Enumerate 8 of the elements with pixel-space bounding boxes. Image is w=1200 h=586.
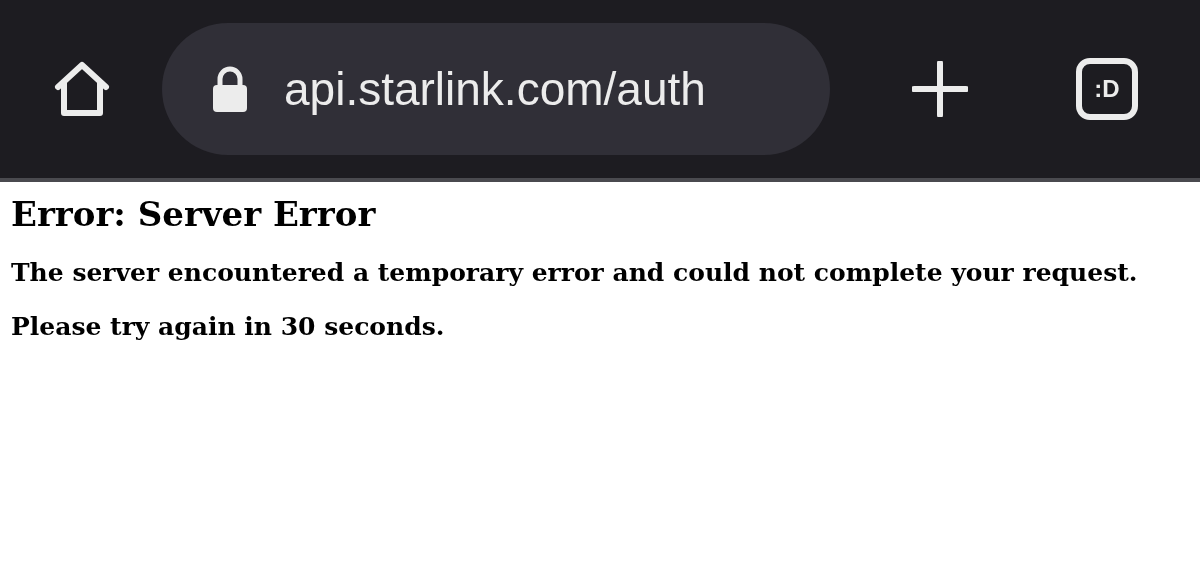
address-bar[interactable]: api.starlink.com/auth — [162, 23, 830, 155]
url-text: api.starlink.com/auth — [284, 61, 706, 117]
plus-icon[interactable] — [912, 61, 968, 117]
message-text: The server encountered a temporary error and could not complete your request. — [11, 257, 1139, 289]
tabs-button[interactable]: :D — [1076, 58, 1138, 120]
error-heading: Error: Server Error — [11, 193, 377, 236]
message-text: Please try again in 30 seconds. — [11, 311, 446, 343]
lock-icon — [210, 66, 250, 112]
